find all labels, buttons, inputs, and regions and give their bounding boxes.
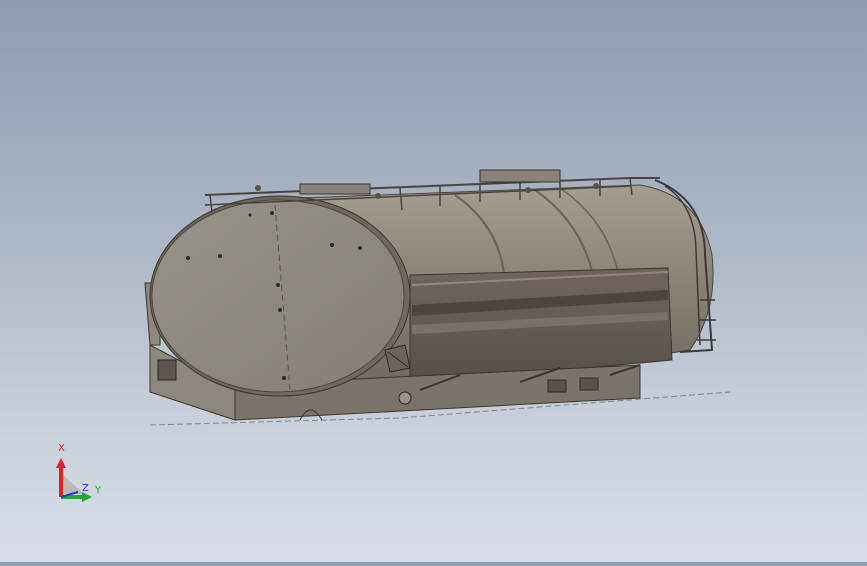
y-axis-label: Y [95, 485, 102, 496]
z-axis-label: Z [82, 483, 89, 494]
graphics-viewport[interactable]: X Z Y [0, 0, 867, 562]
top-hatch-1 [299, 183, 371, 195]
tanker-model[interactable] [0, 0, 867, 562]
x-axis-label: X [58, 443, 65, 454]
triad-arrows [56, 458, 92, 502]
top-hatch-2 [479, 169, 561, 183]
front-endcap [151, 199, 405, 393]
coordinate-triad: X Z Y [48, 442, 108, 508]
